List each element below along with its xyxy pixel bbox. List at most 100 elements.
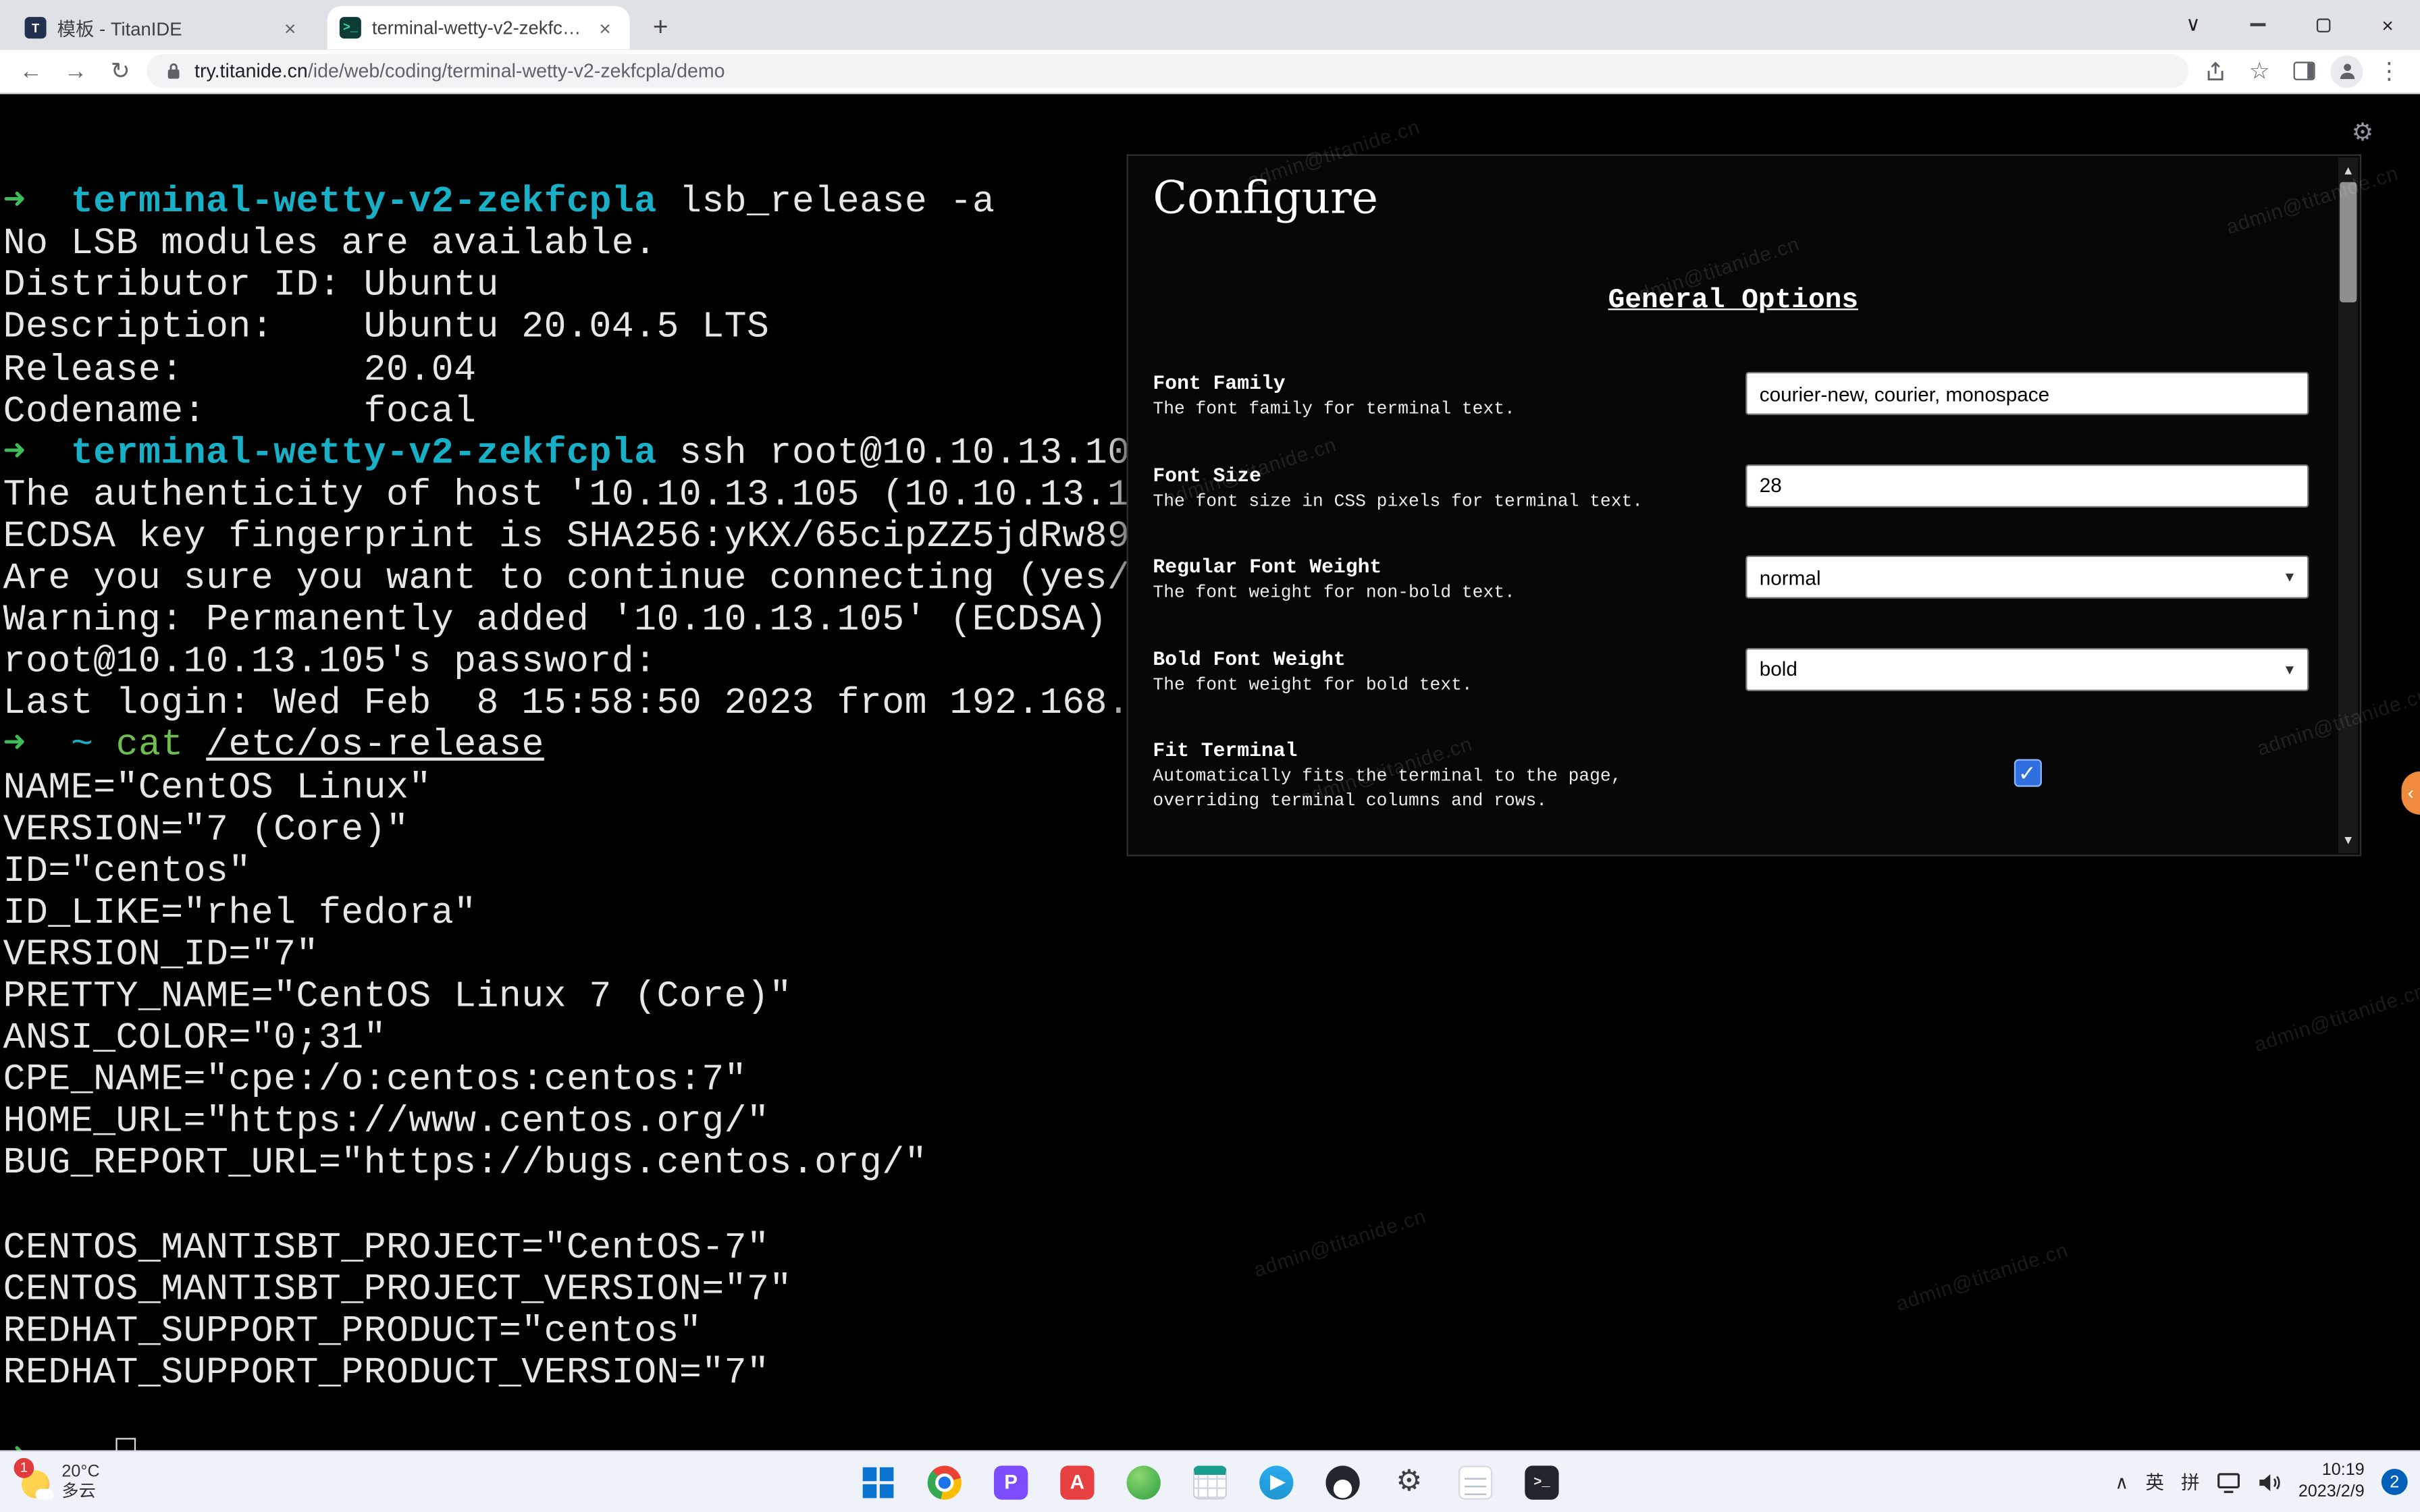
- tab-titanide[interactable]: T 模板 - TitanIDE ×: [12, 6, 315, 49]
- terminal-text: ID="centos": [3, 851, 251, 893]
- taskbar-app-spreadsheet-button[interactable]: [1187, 1457, 1234, 1507]
- scroll-up-icon[interactable]: ▲: [2338, 163, 2359, 178]
- terminal-line: CENTOS_MANTISBT_PROJECT_VERSION="7": [3, 1269, 2420, 1311]
- app-terminal-icon: >_: [1525, 1465, 1558, 1498]
- minimize-button[interactable]: [2226, 0, 2290, 49]
- taskbar-app-dark-circle-button[interactable]: [1319, 1457, 1366, 1507]
- terminal-line: BUG_REPORT_URL="https://bugs.centos.org/…: [3, 1144, 2420, 1186]
- terminal-cursor: [116, 1438, 136, 1450]
- taskbar-settings-gear-button[interactable]: ⚙: [1386, 1457, 1433, 1507]
- terminal-text: ID_LIKE="rhel fedora": [3, 893, 477, 935]
- scrollbar-thumb[interactable]: [2340, 182, 2357, 302]
- taskbar-app-notepad-button[interactable]: [1452, 1457, 1499, 1507]
- ime-english-indicator[interactable]: 英: [2145, 1469, 2163, 1495]
- minimize-icon: [2251, 24, 2266, 26]
- select-value: bold: [1760, 657, 1797, 680]
- settings-gear-icon[interactable]: ⚙: [2352, 117, 2374, 148]
- close-window-button[interactable]: ×: [2355, 0, 2420, 49]
- tray-chevron-icon[interactable]: ∧: [2115, 1471, 2128, 1492]
- terminal-text: ➜: [3, 1436, 26, 1451]
- regular-font-weight-select[interactable]: normal▼: [1745, 556, 2309, 599]
- profile-avatar[interactable]: [2330, 55, 2363, 87]
- close-tab-icon[interactable]: ×: [278, 16, 302, 40]
- window-controls: ∨ ×: [2161, 0, 2420, 49]
- field-font-size: Font SizeThe font size in CSS pixels for…: [1153, 464, 2307, 556]
- ime-pinyin-indicator[interactable]: 拼: [2181, 1469, 2199, 1495]
- weather-widget[interactable]: 1 20°C 多云: [12, 1452, 109, 1512]
- field-control: bold▼: [1745, 647, 2309, 691]
- side-panel-icon[interactable]: [2286, 53, 2323, 90]
- taskbar-start-button[interactable]: [855, 1457, 901, 1507]
- bookmark-star-icon[interactable]: ☆: [2241, 53, 2278, 90]
- terminal-text: ➜: [3, 726, 26, 767]
- terminal-text: [184, 726, 206, 767]
- taskbar-chrome-button[interactable]: [922, 1457, 968, 1507]
- terminal-line: [3, 1395, 2420, 1436]
- field-regular-font-weight: Regular Font WeightThe font weight for n…: [1153, 556, 2307, 647]
- tab-title: 模板 - TitanIDE: [57, 15, 267, 41]
- taskbar-app-red-a-button[interactable]: A: [1054, 1457, 1101, 1507]
- taskbar-app-purple-p-button[interactable]: P: [988, 1457, 1034, 1507]
- terminal-text: ANSI_COLOR="0;31": [3, 1019, 386, 1060]
- terminal-text: cat: [116, 726, 184, 767]
- maximize-button[interactable]: [2290, 0, 2355, 49]
- tab-search-chevron[interactable]: ∨: [2161, 0, 2226, 49]
- field-description: The font weight for bold text.: [1153, 674, 1696, 699]
- volume-icon[interactable]: [2258, 1471, 2281, 1492]
- weather-temp: 20°C: [61, 1462, 99, 1482]
- maximize-icon: [2316, 18, 2330, 32]
- terminal-text: /etc/os-release: [206, 726, 544, 767]
- back-button[interactable]: ←: [12, 53, 49, 90]
- app-spreadsheet-icon: [1193, 1465, 1227, 1498]
- screen: T 模板 - TitanIDE × >_ terminal-wetty-v2-z…: [0, 0, 2420, 1512]
- configure-dialog: Configure General Options Font FamilyThe…: [1127, 155, 2362, 857]
- terminal-text: [26, 1436, 71, 1451]
- terminal-line: REDHAT_SUPPORT_PRODUCT="centos": [3, 1311, 2420, 1353]
- browser-menu-button[interactable]: ⋮: [2371, 53, 2408, 90]
- taskbar-app-green-button[interactable]: [1120, 1457, 1167, 1507]
- fit-terminal-checkbox[interactable]: ✓: [2014, 759, 2041, 787]
- terminal-text: Last login: Wed Feb 8 15:58:50 2023 from…: [3, 684, 1130, 726]
- tray-clock[interactable]: 10:19 2023/2/9: [2298, 1461, 2365, 1503]
- terminal-text: ➜: [3, 433, 26, 475]
- reload-button[interactable]: ↻: [102, 53, 139, 90]
- field-control: [1745, 464, 2309, 507]
- field-description: The font weight for non-bold text.: [1153, 582, 1696, 607]
- terminal-line: ➜ ~: [3, 1436, 2420, 1451]
- dialog-scrollbar[interactable]: ▲ ▼: [2338, 157, 2359, 853]
- terminal-text: Are you sure you want to continue connec…: [3, 559, 1130, 601]
- field-description: The font family for terminal text.: [1153, 398, 1696, 423]
- address-bar[interactable]: try.titanide.cn/ide/web/coding/terminal-…: [147, 54, 2188, 88]
- tray-date: 2023/2/9: [2298, 1482, 2365, 1503]
- terminal-text: ssh root@10.10.13.105: [657, 433, 1153, 475]
- terminal-text: No LSB modules are available.: [3, 224, 657, 266]
- close-tab-icon[interactable]: ×: [593, 16, 618, 40]
- taskbar-app-terminal-button[interactable]: >_: [1519, 1457, 1565, 1507]
- network-icon[interactable]: [2217, 1471, 2242, 1492]
- tab-terminal-wetty[interactable]: >_ terminal-wetty-v2-zekfcpla - T ×: [327, 6, 630, 49]
- terminal-text: ➜: [3, 182, 26, 224]
- new-tab-button[interactable]: +: [639, 6, 682, 49]
- terminal-line: VERSION_ID="7": [3, 935, 2420, 977]
- settings-gear-icon: ⚙: [1392, 1465, 1426, 1498]
- terminal-text: [93, 1436, 115, 1451]
- configure-fields: Font FamilyThe font family for terminal …: [1153, 372, 2307, 831]
- terminal-text: NAME="CentOS Linux": [3, 767, 431, 809]
- chrome-icon: [928, 1465, 962, 1498]
- share-icon[interactable]: [2197, 53, 2234, 90]
- terminal-text: [26, 182, 71, 224]
- font-family-input[interactable]: [1745, 372, 2309, 415]
- terminal-text: BUG_REPORT_URL="https://bugs.centos.org/…: [3, 1144, 927, 1186]
- terminal-text: CENTOS_MANTISBT_PROJECT="CentOS-7": [3, 1227, 770, 1269]
- app-red-a-icon: A: [1060, 1465, 1094, 1498]
- notification-badge[interactable]: 2: [2382, 1469, 2408, 1495]
- app-dark-circle-icon: [1325, 1465, 1359, 1498]
- scroll-down-icon[interactable]: ▼: [2338, 833, 2359, 847]
- terminal-text: The authenticity of host '10.10.13.105 (…: [3, 475, 1130, 517]
- weather-condition: 多云: [61, 1482, 99, 1502]
- terminal-text: Distributor ID: Ubuntu: [3, 266, 499, 308]
- bold-font-weight-select[interactable]: bold▼: [1745, 647, 2309, 691]
- taskbar-app-blue-button[interactable]: [1253, 1457, 1300, 1507]
- font-size-input[interactable]: [1745, 464, 2309, 507]
- forward-button[interactable]: →: [57, 53, 95, 90]
